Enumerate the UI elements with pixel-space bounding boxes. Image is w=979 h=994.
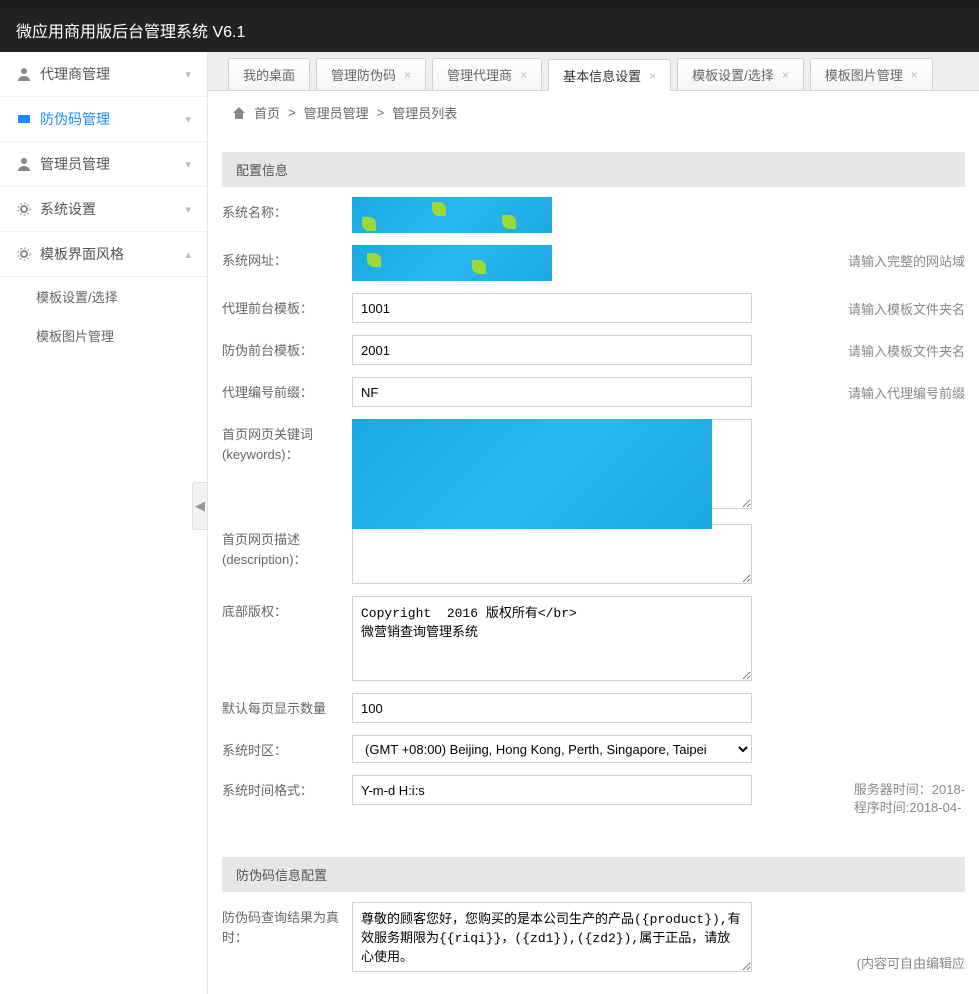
tab-template-image[interactable]: 模板图片管理 × — [810, 58, 933, 90]
sidebar-sub-template-select[interactable]: 模板设置/选择 — [0, 277, 207, 316]
tab-label: 模板设置/选择 — [692, 65, 774, 84]
sysurl-label: 系统网址： — [222, 245, 352, 271]
description-label: 首页网页描述 (description)： — [222, 524, 352, 569]
chevron-down-icon: ▾ — [185, 113, 191, 126]
breadcrumb-home[interactable]: 首页 — [254, 103, 280, 122]
timezone-select[interactable]: (GMT +08:00) Beijing, Hong Kong, Perth, … — [352, 735, 752, 763]
tab-agent[interactable]: 管理代理商 × — [432, 58, 542, 90]
gear-icon — [16, 201, 32, 217]
description-textarea[interactable] — [352, 524, 752, 584]
sidebar-sub-template-image[interactable]: 模板图片管理 — [0, 316, 207, 355]
antifake-form: 防伪码查询结果为真 时： 尊敬的顾客您好，您购买的是本公司生产的产品({prod… — [208, 892, 979, 994]
agent-prefix-label: 代理编号前缀： — [222, 377, 352, 403]
sidebar: 代理商管理 ▾ 防伪码管理 ▾ 管理员管理 ▾ 系统设置 ▾ — [0, 52, 208, 994]
tab-label: 管理代理商 — [447, 65, 512, 84]
antifake-result-label: 防伪码查询结果为真 时： — [222, 902, 352, 947]
main-content: 我的桌面 管理防伪码 × 管理代理商 × 基本信息设置 × 模板设置/选择 × … — [208, 52, 979, 994]
agent-prefix-input[interactable] — [352, 377, 752, 407]
close-icon[interactable]: × — [520, 68, 527, 82]
chevron-down-icon: ▾ — [185, 203, 191, 216]
sidebar-item-admin[interactable]: 管理员管理 ▾ — [0, 142, 207, 187]
app-title: 微应用商用版后台管理系统 V6.1 — [16, 24, 245, 41]
sidebar-item-label: 管理员管理 — [40, 154, 185, 174]
chevron-up-icon: ▴ — [185, 248, 191, 261]
sidebar-collapse-handle[interactable]: ◀ — [192, 482, 208, 530]
tab-antifake[interactable]: 管理防伪码 × — [316, 58, 426, 90]
home-icon — [232, 106, 246, 120]
sysurl-hint: 请输入完整的网站域 — [848, 245, 965, 270]
sidebar-item-label: 模板界面风格 — [40, 244, 185, 264]
chevron-left-icon: ◀ — [195, 498, 205, 514]
antifake-hint: (内容可自由编辑应 — [857, 947, 965, 972]
timezone-label: 系统时区： — [222, 735, 352, 761]
close-icon[interactable]: × — [911, 68, 918, 82]
tag-icon — [16, 111, 32, 127]
agent-prefix-hint: 请输入代理编号前缀 — [848, 377, 965, 402]
sysname-image — [352, 197, 552, 233]
keywords-label: 首页网页关键词 (keywords)： — [222, 419, 352, 464]
close-icon[interactable]: × — [782, 68, 789, 82]
tab-basic-settings[interactable]: 基本信息设置 × — [548, 59, 671, 91]
sysname-label: 系统名称： — [222, 197, 352, 223]
sidebar-sub-label: 模板图片管理 — [36, 329, 114, 344]
gear-icon — [16, 246, 32, 262]
tab-label: 模板图片管理 — [825, 65, 903, 84]
close-icon[interactable]: × — [649, 69, 656, 83]
tab-bar: 我的桌面 管理防伪码 × 管理代理商 × 基本信息设置 × 模板设置/选择 × … — [208, 52, 979, 91]
section-config-title: 配置信息 — [222, 152, 965, 187]
tab-label: 管理防伪码 — [331, 65, 396, 84]
footer-label: 底部版权： — [222, 596, 352, 622]
breadcrumb-lvl2: 管理员列表 — [392, 103, 457, 122]
tab-desktop[interactable]: 我的桌面 — [228, 58, 310, 90]
anti-tpl-label: 防伪前台模板： — [222, 335, 352, 361]
sidebar-item-antifake[interactable]: 防伪码管理 ▾ — [0, 97, 207, 142]
time-info: 服务器时间：2018- 程序时间:2018-04- — [854, 775, 965, 817]
sidebar-item-label: 系统设置 — [40, 199, 185, 219]
close-icon[interactable]: × — [404, 68, 411, 82]
antifake-result-textarea[interactable]: 尊敬的顾客您好，您购买的是本公司生产的产品({product}),有效服务期限为… — [352, 902, 752, 972]
server-time: 服务器时间：2018- — [854, 782, 965, 797]
sysurl-image — [352, 245, 552, 281]
tab-template-select[interactable]: 模板设置/选择 × — [677, 58, 804, 90]
breadcrumb-sep: > — [288, 105, 296, 120]
pagesize-input[interactable] — [352, 693, 752, 723]
footer-textarea[interactable]: Copyright 2016 版权所有</br> 微营销查询管理系统 — [352, 596, 752, 681]
timeformat-input[interactable] — [352, 775, 752, 805]
sidebar-item-agent[interactable]: 代理商管理 ▾ — [0, 52, 207, 97]
breadcrumb-sep: > — [377, 105, 385, 120]
user-icon — [16, 156, 32, 172]
config-form: 系统名称： 系统网址： 请输入完整的网站域 代理前台模板： — [208, 187, 979, 839]
keywords-overlay-image — [352, 419, 712, 529]
section-antifake-title: 防伪码信息配置 — [222, 857, 965, 892]
chevron-down-icon: ▾ — [185, 68, 191, 81]
sidebar-item-template[interactable]: 模板界面风格 ▴ — [0, 232, 207, 277]
sidebar-item-label: 防伪码管理 — [40, 109, 185, 129]
tab-label: 我的桌面 — [243, 65, 295, 84]
sidebar-item-settings[interactable]: 系统设置 ▾ — [0, 187, 207, 232]
app-header: 微应用商用版后台管理系统 V6.1 — [0, 8, 979, 52]
chevron-down-icon: ▾ — [185, 158, 191, 171]
breadcrumb: 首页 > 管理员管理 > 管理员列表 — [208, 91, 979, 134]
tab-label: 基本信息设置 — [563, 66, 641, 85]
timeformat-label: 系统时间格式： — [222, 775, 352, 801]
breadcrumb-lvl1[interactable]: 管理员管理 — [304, 103, 369, 122]
sidebar-sub-label: 模板设置/选择 — [36, 290, 118, 305]
sidebar-item-label: 代理商管理 — [40, 64, 185, 84]
pagesize-label: 默认每页显示数量 — [222, 693, 352, 719]
agent-tpl-hint: 请输入模板文件夹名 — [848, 293, 965, 318]
agent-tpl-input[interactable] — [352, 293, 752, 323]
agent-tpl-label: 代理前台模板： — [222, 293, 352, 319]
program-time: 程序时间:2018-04- — [854, 800, 962, 815]
anti-tpl-hint: 请输入模板文件夹名 — [848, 335, 965, 360]
user-icon — [16, 66, 32, 82]
anti-tpl-input[interactable] — [352, 335, 752, 365]
